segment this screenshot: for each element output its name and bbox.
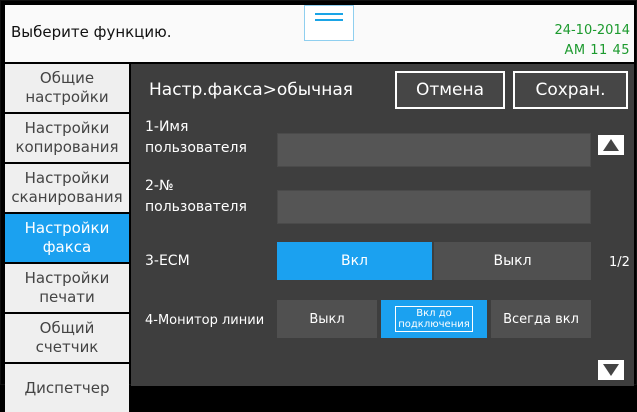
line-monitor-always-button[interactable]: Всегда вкл	[491, 300, 591, 338]
prompt-text: Выберите функцию.	[11, 23, 172, 41]
page-title: Настр.факса>обычная	[149, 80, 353, 100]
drag-handle-icon[interactable]	[304, 5, 354, 41]
ecm-off-button[interactable]: Выкл	[434, 242, 591, 280]
cancel-button[interactable]: Отмена	[395, 71, 505, 109]
page-indicator: 1/2	[609, 255, 630, 270]
date-display: 24-10-2014	[554, 23, 630, 38]
user-number-label: 2-№ пользователя	[145, 178, 247, 215]
ecm-on-button[interactable]: Вкл	[277, 242, 432, 280]
ecm-label: 3-ECM	[145, 253, 190, 269]
sidebar-item-counter[interactable]: Общий счетчик	[5, 314, 129, 362]
user-name-label: 1-Имя пользователя	[145, 119, 247, 156]
line-monitor-label: 4-Монитор линии	[145, 313, 265, 328]
status-header: Выберите функцию. 24-10-2014 AM 11 45	[5, 5, 634, 62]
sidebar-item-scan[interactable]: Настройки сканирования	[5, 164, 129, 212]
scroll-up-button[interactable]	[598, 135, 624, 155]
line-monitor-off-button[interactable]: Выкл	[277, 300, 377, 338]
sidebar-item-general[interactable]: Общие настройки	[5, 64, 129, 112]
triangle-down-icon	[603, 364, 619, 376]
fax-settings-panel: Настр.факса>обычная Отмена Сохран. 1-Имя…	[131, 64, 634, 386]
until-connect-line1: Вкл до	[416, 308, 452, 319]
time-display: AM 11 45	[564, 43, 630, 58]
until-connect-line2: подключения	[398, 319, 470, 330]
line-monitor-until-connect-button[interactable]: Вкл до подключения	[381, 300, 487, 338]
sidebar-item-fax[interactable]: Настройки факса	[5, 214, 129, 262]
sidebar-item-dispatcher[interactable]: Диспетчер	[5, 364, 129, 412]
save-button[interactable]: Сохран.	[513, 71, 628, 109]
fax-settings-screen: Выберите функцию. 24-10-2014 AM 11 45 Об…	[0, 0, 637, 412]
sidebar-item-print[interactable]: Настройки печати	[5, 264, 129, 312]
scroll-down-button[interactable]	[598, 360, 624, 380]
user-number-field[interactable]	[277, 190, 591, 224]
triangle-up-icon	[603, 139, 619, 151]
user-name-field[interactable]	[277, 133, 591, 167]
sidebar-item-copy[interactable]: Настройки копирования	[5, 114, 129, 162]
settings-sidebar: Общие настройки Настройки копирования На…	[5, 64, 129, 412]
